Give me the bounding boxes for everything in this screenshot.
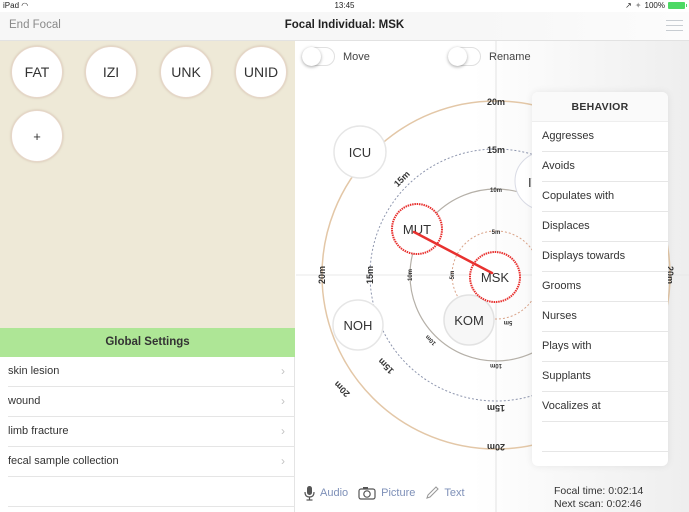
- add-individual-button[interactable]: +: [11, 110, 63, 162]
- behavior-item[interactable]: Grooms: [542, 272, 668, 302]
- ring-label-10m-diag-low: 10m: [425, 333, 438, 346]
- timers: Focal time: 0:02:14 Next scan: 0:02:46: [554, 485, 643, 511]
- ring-label-5m-left: 5m: [450, 271, 456, 280]
- ring-label-5m-bottom: 5m: [504, 319, 513, 325]
- behavior-panel: BEHAVIOR Aggresses Avoids Copulates with…: [532, 92, 668, 466]
- rename-switch[interactable]: [448, 47, 481, 66]
- text-button[interactable]: Text: [425, 486, 465, 500]
- ring-label-15m-diag: 15m: [392, 169, 412, 189]
- ring-label-15m-left: 15m: [365, 266, 375, 284]
- chevron-right-icon: ›: [281, 454, 285, 468]
- ring-label-10m-top: 10m: [490, 188, 502, 194]
- behavior-item[interactable]: Avoids: [542, 152, 668, 182]
- map-node-kom[interactable]: KOM: [443, 294, 495, 346]
- left-pane: FAT IZI UNK UNID + Global Settings skin …: [0, 41, 295, 512]
- ring-label-15m-top: 15m: [487, 145, 505, 155]
- map-node-msk-focal[interactable]: MSK: [469, 251, 521, 303]
- behavior-item[interactable]: Vocalizes at: [542, 392, 668, 422]
- text-label: Text: [444, 487, 465, 499]
- node-label: ICU: [349, 145, 371, 160]
- next-scan: Next scan: 0:02:46: [554, 498, 642, 510]
- individuals-panel: FAT IZI UNK UNID +: [0, 41, 295, 328]
- ring-label-5m-top: 5m: [492, 230, 501, 236]
- ring-label-15m-bottom: 15m: [487, 403, 505, 413]
- move-toggle[interactable]: Move: [302, 47, 370, 66]
- ring-label-20m-top: 20m: [487, 97, 505, 107]
- location-arrow-icon: ↗: [625, 1, 632, 10]
- picture-button[interactable]: Picture: [358, 486, 415, 500]
- status-bar: iPad ◠ 13:45 ↗ ✦ 100%: [0, 0, 689, 12]
- setting-row[interactable]: limb fracture ›: [8, 417, 295, 447]
- individual-button[interactable]: FAT: [11, 46, 63, 98]
- node-label: MSK: [481, 270, 510, 285]
- rename-label: Rename: [489, 50, 531, 63]
- pencil-icon: [426, 486, 440, 499]
- behavior-item[interactable]: Displays towards: [542, 242, 668, 272]
- hamburger-menu-icon[interactable]: [666, 20, 683, 32]
- ring-label-10m-bottom: 10m: [490, 362, 502, 368]
- microphone-icon: [304, 486, 315, 501]
- map-node-noh[interactable]: NOH: [332, 299, 384, 351]
- proximity-map-pane: 20m 15m 10m 5m 20m 15m 10m 5m 20m 20m 15…: [296, 41, 689, 512]
- setting-label: skin lesion: [8, 365, 60, 377]
- global-settings-list: skin lesion › wound › limb fracture › fe…: [0, 357, 295, 507]
- setting-row[interactable]: wound ›: [8, 387, 295, 417]
- battery-percent: 100%: [644, 1, 665, 10]
- node-label: KOM: [454, 313, 484, 328]
- behavior-item[interactable]: Copulates with: [542, 182, 668, 212]
- setting-row[interactable]: fecal sample collection ›: [8, 447, 295, 477]
- ring-label-10m-left: 10m: [408, 269, 414, 281]
- setting-row[interactable]: skin lesion ›: [8, 357, 295, 387]
- setting-label: wound: [8, 395, 41, 407]
- behavior-item[interactable]: Displaces: [542, 212, 668, 242]
- behavior-item[interactable]: Aggresses: [542, 122, 668, 152]
- setting-label: limb fracture: [8, 425, 69, 437]
- recording-tools: Audio Picture Text: [304, 485, 465, 501]
- bluetooth-icon: ✦: [634, 1, 642, 10]
- battery-icon: [668, 2, 687, 9]
- page-title: Focal Individual: MSK: [284, 19, 405, 31]
- camera-icon: [358, 487, 376, 500]
- audio-label: Audio: [320, 487, 349, 499]
- behavior-item-empty: [542, 422, 668, 452]
- node-label: NOH: [344, 318, 373, 333]
- rename-toggle[interactable]: Rename: [448, 47, 531, 66]
- focal-time: Focal time: 0:02:14: [554, 485, 644, 497]
- map-node-icu[interactable]: ICU: [333, 125, 387, 179]
- setting-label: fecal sample collection: [8, 455, 119, 467]
- move-switch[interactable]: [302, 47, 335, 66]
- chevron-right-icon: ›: [281, 394, 285, 408]
- ring-label-20m-diag: 20m: [332, 379, 352, 399]
- move-label: Move: [343, 50, 370, 63]
- status-time: 13:45: [334, 1, 355, 10]
- individual-button[interactable]: UNID: [235, 46, 287, 98]
- behavior-item[interactable]: Plays with: [542, 332, 668, 362]
- setting-row-empty: [8, 477, 295, 507]
- audio-button[interactable]: Audio: [304, 485, 348, 501]
- individual-button[interactable]: IZI: [85, 46, 137, 98]
- picture-label: Picture: [381, 487, 416, 499]
- behavior-item[interactable]: Nurses: [542, 302, 668, 332]
- behavior-title: BEHAVIOR: [532, 92, 668, 122]
- navigation-bar: End Focal Focal Individual: MSK: [0, 12, 689, 41]
- ring-label-20m-bottom: 20m: [487, 442, 505, 452]
- behavior-item[interactable]: Supplants: [542, 362, 668, 392]
- status-right: ↗ ✦ 100%: [625, 1, 687, 10]
- ring-label-20m-left: 20m: [317, 266, 327, 284]
- global-settings-header: Global Settings: [0, 328, 295, 357]
- chevron-right-icon: ›: [281, 424, 285, 438]
- individual-button[interactable]: UNK: [160, 46, 212, 98]
- ring-label-15m-diag-low: 15m: [376, 356, 396, 376]
- chevron-right-icon: ›: [281, 364, 285, 378]
- map-node-mut-selected[interactable]: MUT: [391, 203, 443, 255]
